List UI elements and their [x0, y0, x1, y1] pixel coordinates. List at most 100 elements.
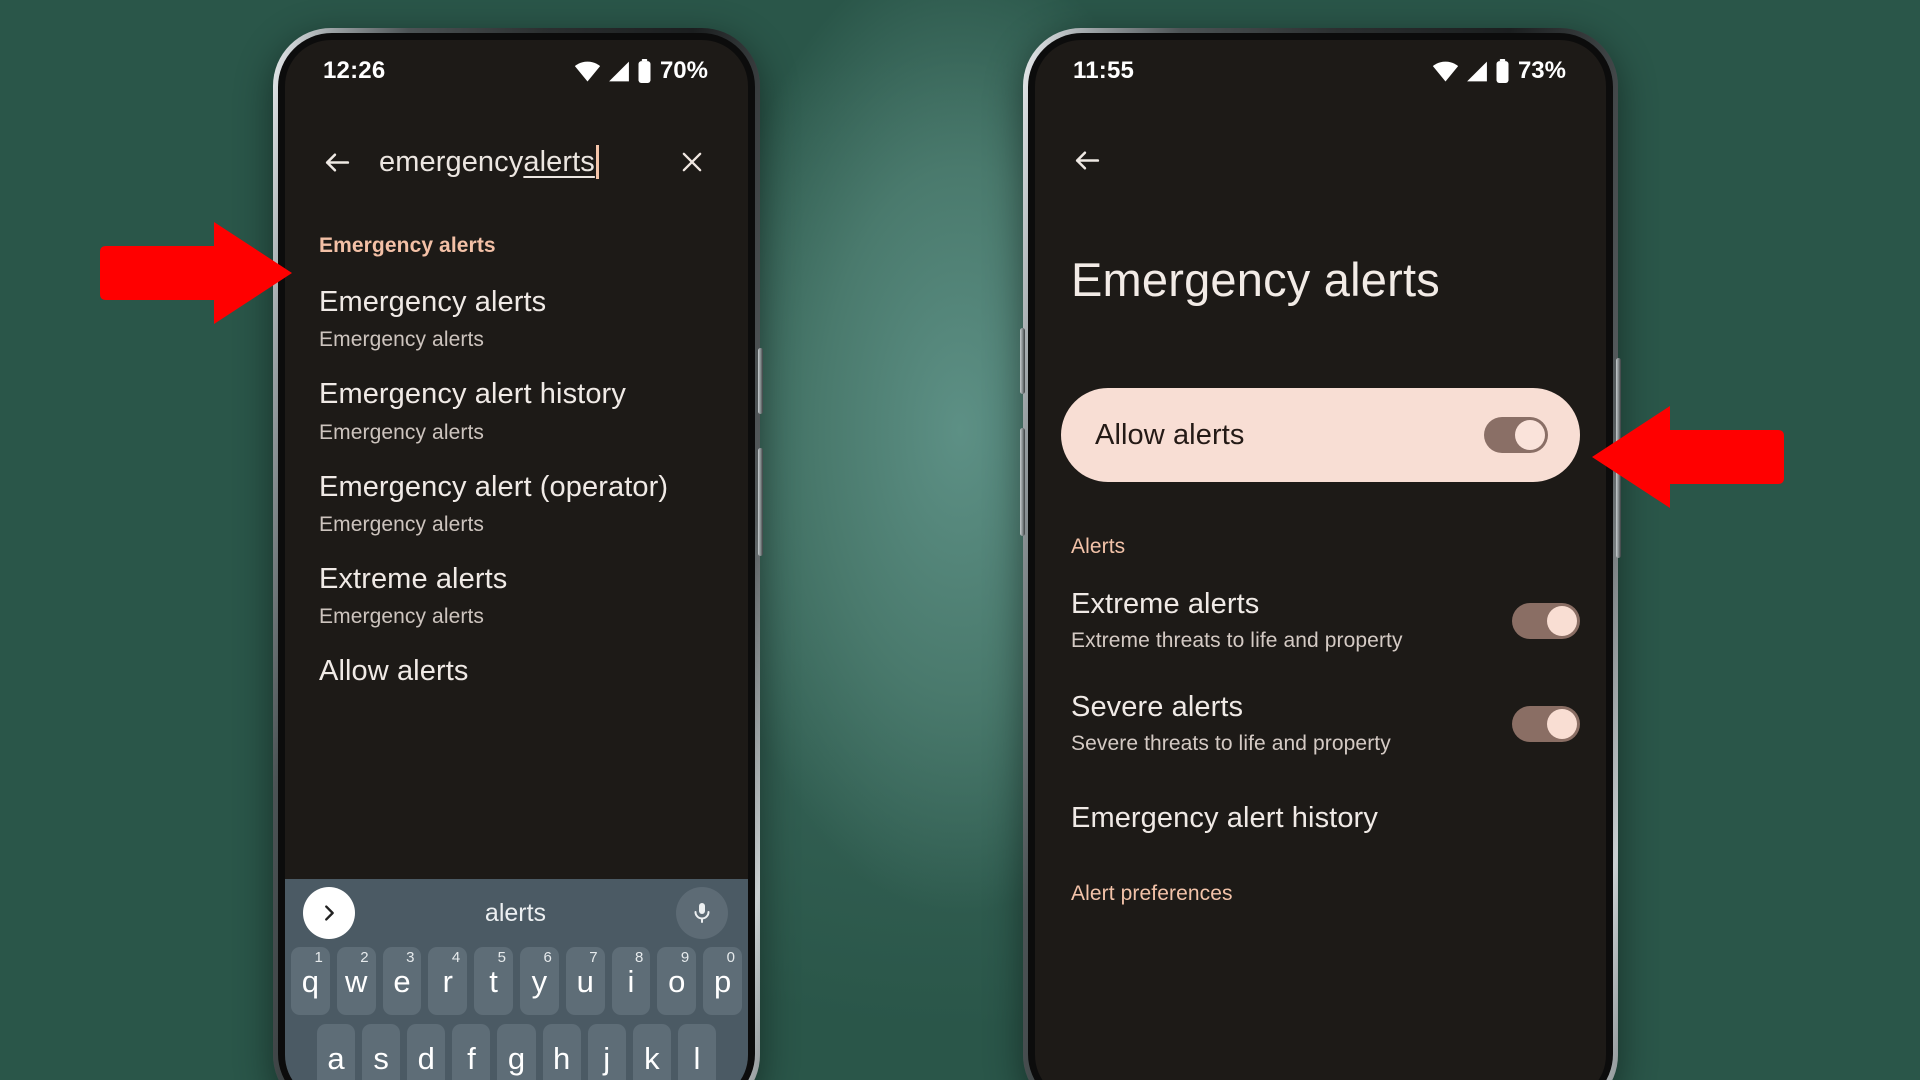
suggestion-word[interactable]: alerts	[355, 899, 676, 928]
chevron-right-icon[interactable]	[303, 887, 355, 939]
key-label: d	[417, 1040, 435, 1076]
toggle-knob	[1547, 605, 1577, 636]
key-label: h	[552, 1040, 571, 1076]
list-item[interactable]: Emergency alert history Emergency alerts	[319, 352, 714, 444]
search-back-button[interactable]	[311, 136, 363, 188]
key-label: t	[489, 963, 498, 999]
left-status-icons: 70%	[574, 57, 708, 85]
key-o[interactable]: 9o	[657, 947, 697, 1015]
page-title: Emergency alerts	[1071, 253, 1440, 306]
key-t[interactable]: 5t	[474, 947, 513, 1015]
search-query-composing: alerts	[523, 145, 595, 178]
toggle-knob	[1515, 420, 1545, 450]
key-number: 5	[497, 949, 506, 966]
left-status-clock: 12:26	[323, 57, 386, 84]
list-item-subtitle: Emergency alerts	[319, 328, 484, 352]
right-phone: 11:55 73% Emergency alerts Allow alerts …	[1020, 28, 1621, 1080]
key-number: 0	[726, 949, 735, 966]
keyboard-row-2: a s d f g h j k l	[285, 1024, 748, 1080]
key-k[interactable]: k	[632, 1024, 671, 1080]
key-f[interactable]: f	[452, 1024, 491, 1080]
search-clear-button[interactable]	[666, 136, 718, 188]
key-w[interactable]: 2w	[336, 947, 376, 1015]
key-label: j	[603, 1040, 611, 1076]
right-top-bar	[1035, 124, 1606, 196]
key-number: 3	[406, 949, 415, 966]
key-y[interactable]: 6y	[520, 947, 559, 1015]
right-status-icons: 73%	[1432, 57, 1566, 85]
key-number: 1	[314, 949, 323, 966]
key-j[interactable]: j	[587, 1024, 626, 1080]
search-input[interactable]: emergency alerts	[363, 145, 666, 179]
key-label: w	[345, 963, 368, 999]
allow-alerts-toggle[interactable]	[1484, 417, 1548, 453]
row-title: Emergency alert history	[1071, 802, 1378, 834]
key-label: u	[576, 963, 594, 999]
keyboard-suggestion-bar: alerts	[285, 879, 748, 947]
row-title: Extreme alerts	[1071, 588, 1260, 620]
key-s[interactable]: s	[362, 1024, 401, 1080]
key-number: 8	[635, 949, 644, 966]
list-item-subtitle: Emergency alerts	[319, 605, 484, 629]
right-phone-power-button[interactable]	[1020, 328, 1025, 394]
on-screen-keyboard: alerts 1q 2w 3e 4r 5t 6y 7u 8i 9o 0p a s…	[285, 879, 748, 1080]
key-number: 7	[589, 949, 598, 966]
row-subtitle: Extreme threats to life and property	[1071, 629, 1403, 652]
key-a[interactable]: a	[317, 1024, 356, 1080]
key-i[interactable]: 8i	[611, 947, 651, 1015]
setting-row-emergency-alert-history[interactable]: Emergency alert history	[1071, 802, 1580, 835]
extreme-alerts-toggle[interactable]	[1512, 602, 1580, 639]
key-label: y	[531, 963, 548, 999]
key-label: k	[644, 1040, 660, 1076]
key-label: a	[327, 1040, 345, 1076]
alert-preferences-header: Alert preferences	[1071, 882, 1233, 905]
battery-percent: 73%	[1517, 57, 1566, 84]
list-item[interactable]: Emergency alert (operator) Emergency ale…	[319, 445, 714, 537]
key-label: f	[467, 1040, 476, 1076]
list-item-title: Emergency alert history	[319, 378, 626, 411]
microphone-icon[interactable]	[676, 887, 728, 939]
key-number: 9	[680, 949, 690, 966]
list-item-subtitle: Emergency alerts	[319, 420, 484, 444]
search-bar: emergency alerts	[285, 124, 748, 200]
red-arrow-pointing-right	[100, 222, 292, 324]
row-subtitle: Severe threats to life and property	[1071, 732, 1391, 755]
text-caret	[595, 145, 599, 179]
key-number: 6	[543, 949, 552, 966]
key-l[interactable]: l	[677, 1024, 716, 1080]
signal-icon	[1466, 61, 1488, 82]
row-title: Severe alerts	[1071, 691, 1244, 723]
list-item[interactable]: Extreme alerts Emergency alerts	[319, 537, 714, 629]
left-phone-power-button[interactable]	[758, 348, 763, 414]
key-d[interactable]: d	[407, 1024, 446, 1080]
key-label: q	[301, 963, 320, 999]
allow-alerts-card[interactable]: Allow alerts	[1061, 388, 1580, 482]
list-item-title: Emergency alert (operator)	[319, 470, 669, 503]
key-u[interactable]: 7u	[565, 947, 605, 1015]
right-status-bar: 11:55 73%	[1035, 40, 1606, 102]
key-p[interactable]: 0p	[703, 947, 742, 1015]
key-q[interactable]: 1q	[291, 947, 330, 1015]
setting-row-extreme-alerts[interactable]: Extreme alerts Extreme threats to life a…	[1071, 588, 1580, 653]
list-item-subtitle: Emergency alerts	[319, 513, 484, 537]
list-item-title: Extreme alerts	[319, 563, 508, 596]
severe-alerts-toggle[interactable]	[1512, 705, 1580, 742]
toggle-knob	[1547, 708, 1577, 739]
key-g[interactable]: g	[497, 1024, 536, 1080]
key-h[interactable]: h	[542, 1024, 581, 1080]
key-e[interactable]: 3e	[382, 947, 422, 1015]
key-label: g	[507, 1040, 526, 1076]
right-phone-screen: 11:55 73% Emergency alerts Allow alerts …	[1035, 40, 1606, 1080]
row-text: Extreme alerts Extreme threats to life a…	[1071, 588, 1512, 653]
key-label: l	[693, 1040, 701, 1076]
list-item[interactable]: Emergency alerts Emergency alerts	[319, 260, 714, 352]
signal-icon	[608, 61, 630, 82]
setting-row-severe-alerts[interactable]: Severe alerts Severe threats to life and…	[1071, 691, 1580, 756]
key-r[interactable]: 4r	[428, 947, 468, 1015]
wifi-icon	[574, 61, 601, 82]
list-item[interactable]: Allow alerts	[319, 629, 714, 688]
left-phone-volume-button[interactable]	[758, 448, 763, 556]
battery-icon	[637, 59, 652, 83]
right-phone-volume-button[interactable]	[1020, 428, 1025, 536]
page-back-button[interactable]	[1061, 134, 1113, 186]
